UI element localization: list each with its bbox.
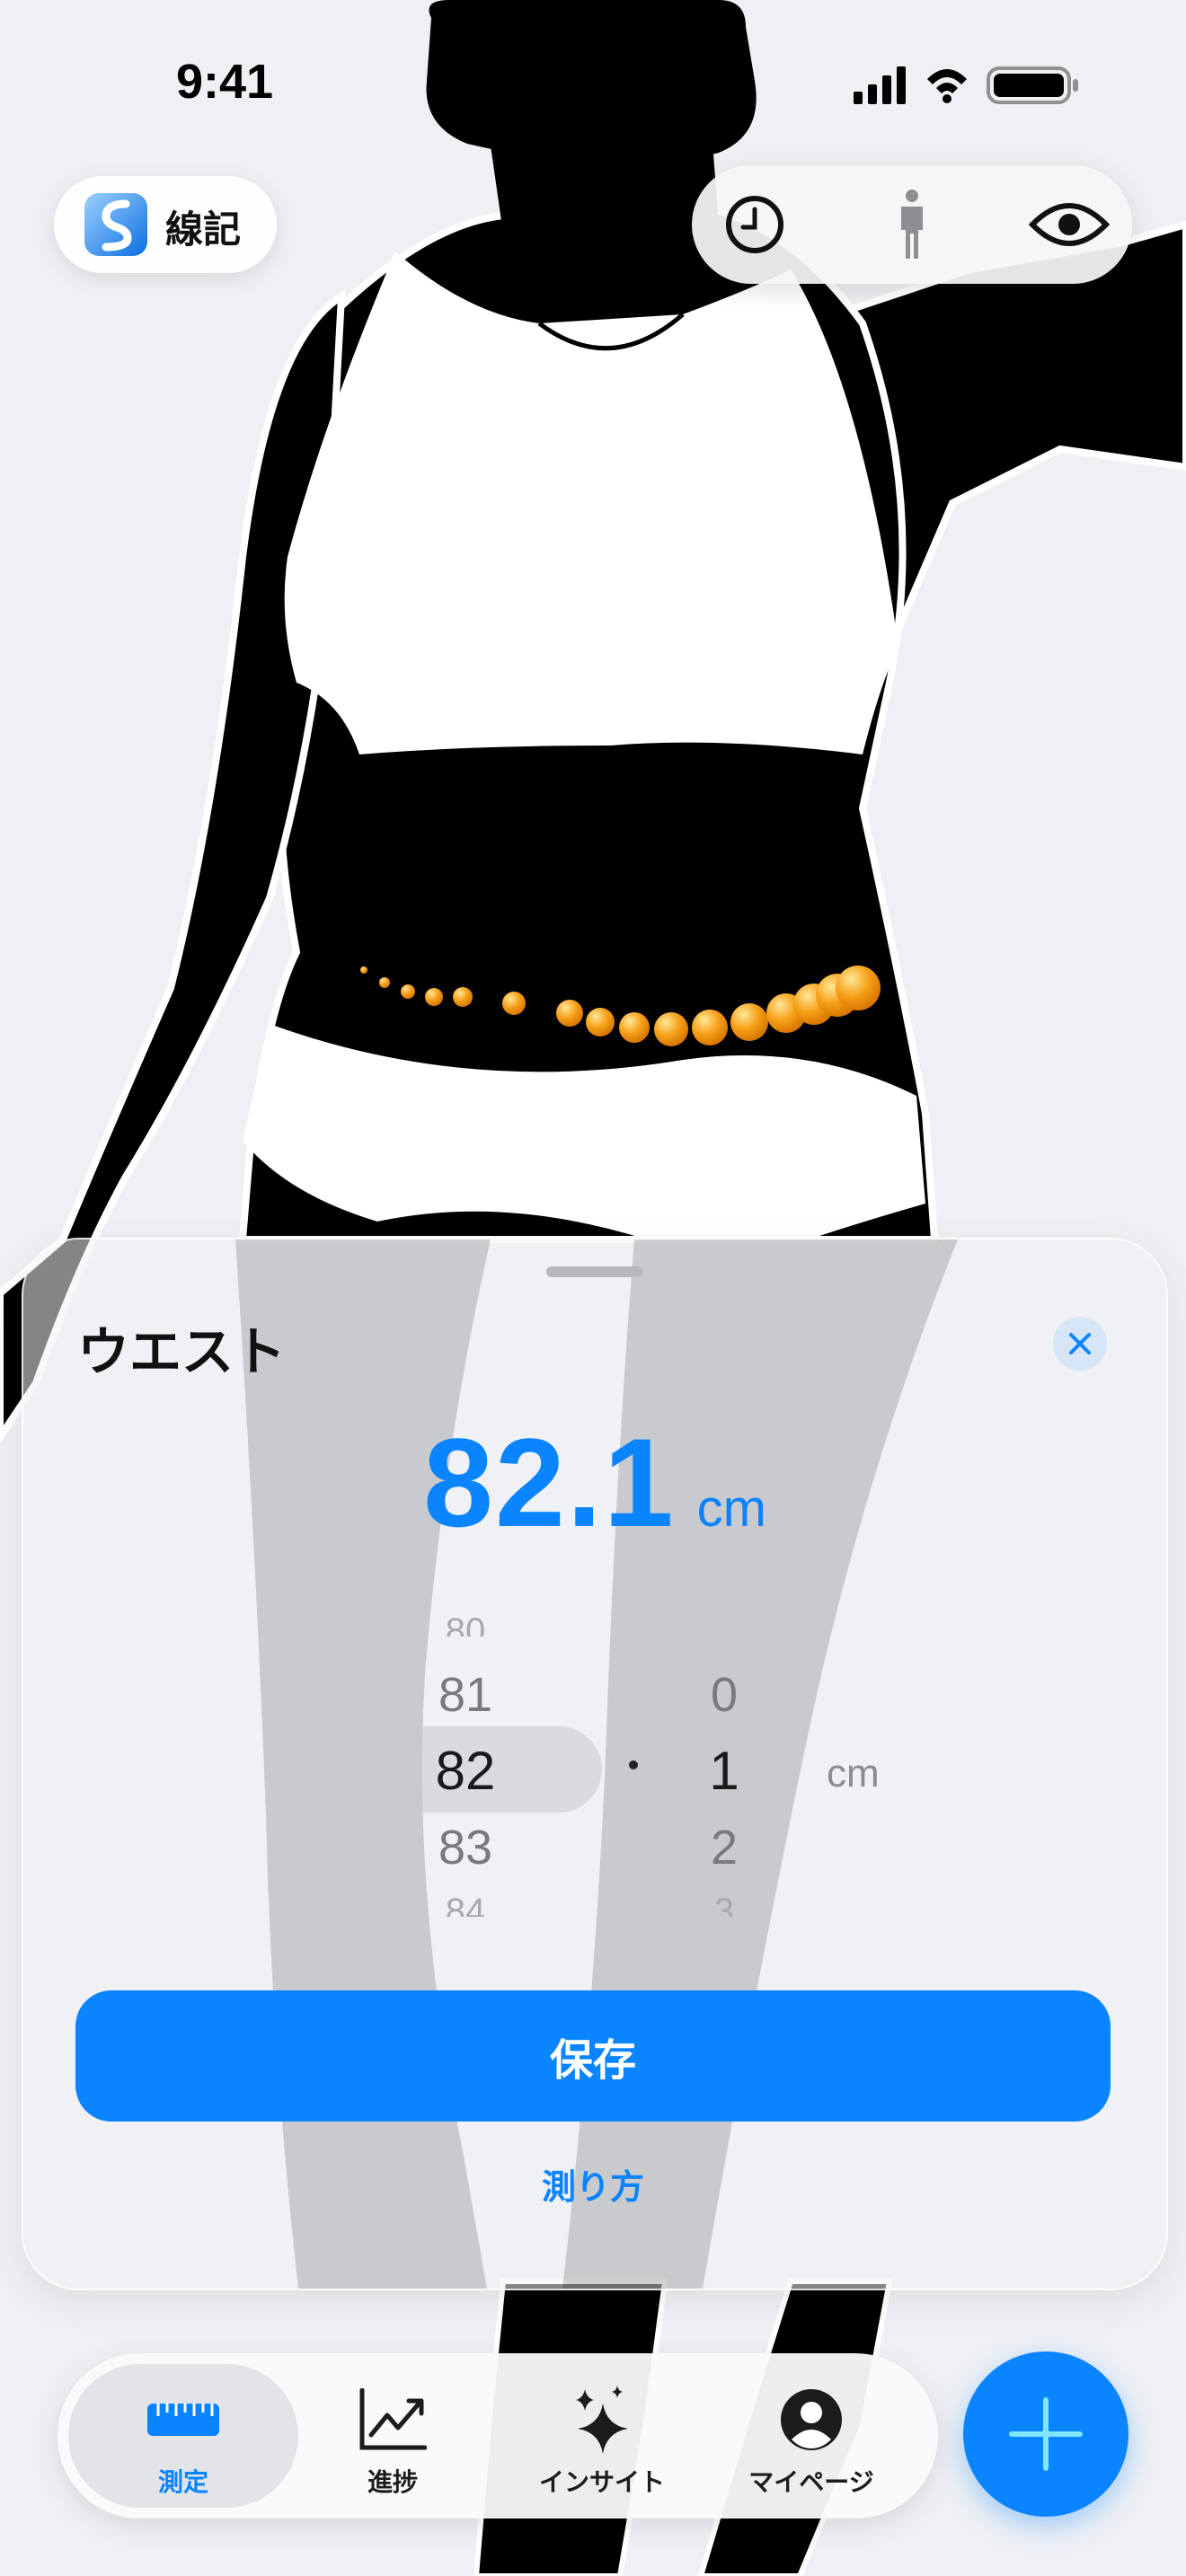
close-icon xyxy=(1069,1333,1091,1354)
body-figure-icon xyxy=(901,190,923,259)
app-logo-pill[interactable]: 線記 xyxy=(54,176,277,273)
tab-measure[interactable]: 測定 xyxy=(80,2353,287,2519)
plus-icon xyxy=(1009,2397,1083,2471)
tab-measure-label: 測定 xyxy=(157,2467,208,2497)
body-view-button[interactable] xyxy=(872,184,952,265)
wifi-icon xyxy=(927,69,967,103)
picker-decimal-option[interactable]: 3 xyxy=(679,1893,769,1917)
view-toggle-pill xyxy=(692,165,1132,284)
save-button[interactable]: 保存 xyxy=(75,1990,1111,2122)
app-logo-icon xyxy=(84,193,147,256)
tab-insight-label: インサイト xyxy=(538,2467,665,2497)
picker-integer-selected[interactable]: 82 xyxy=(376,1744,555,1798)
measurement-value: 82.1 xyxy=(423,1412,676,1553)
person-circle-icon xyxy=(781,2389,842,2450)
picker-integer-option[interactable]: 84 xyxy=(376,1893,555,1917)
close-button[interactable] xyxy=(1053,1317,1107,1371)
tab-mypage[interactable]: マイページ xyxy=(708,2353,915,2519)
tab-bar: 測定 進捗 インサイト マイページ xyxy=(58,2353,938,2519)
battery-icon xyxy=(987,66,1078,104)
status-time: 9:41 xyxy=(175,55,274,109)
history-icon xyxy=(726,196,783,253)
picker-decimal-separator xyxy=(629,1760,638,1769)
history-button[interactable] xyxy=(714,184,795,265)
picker-decimal-option[interactable]: 0 xyxy=(679,1671,769,1719)
picker-decimal-selected[interactable]: 1 xyxy=(679,1744,769,1798)
tab-mypage-label: マイページ xyxy=(748,2467,874,2497)
picker-integer-option[interactable]: 81 xyxy=(376,1671,555,1719)
sheet-title: ウエスト xyxy=(77,1321,287,1382)
picker-decimal-option[interactable]: 2 xyxy=(679,1823,769,1872)
measurement-unit: cm xyxy=(696,1479,766,1538)
tab-insight[interactable]: インサイト xyxy=(499,2353,705,2519)
measurement-display: 82.1 cm xyxy=(23,1410,1166,1556)
tab-progress-label: 進捗 xyxy=(367,2467,418,2497)
chart-line-icon xyxy=(359,2388,427,2450)
sparkles-icon xyxy=(576,2386,628,2454)
picker-integer-option[interactable]: 80 xyxy=(376,1613,555,1636)
how-to-measure-link[interactable]: 測り方 xyxy=(0,2159,1186,2209)
sheet-grabber[interactable] xyxy=(546,1266,643,1277)
eye-icon xyxy=(1029,203,1110,246)
cellular-signal-icon xyxy=(854,66,906,104)
visibility-toggle-button[interactable] xyxy=(1029,184,1110,265)
tab-progress[interactable]: 進捗 xyxy=(289,2353,496,2519)
app-name: 線記 xyxy=(165,207,242,251)
add-measurement-button[interactable] xyxy=(963,2351,1128,2517)
ruler-icon xyxy=(147,2404,219,2436)
picker-integer-option[interactable]: 83 xyxy=(376,1823,555,1872)
picker-unit-label: cm xyxy=(827,1751,880,1795)
status-icons xyxy=(854,66,1078,104)
